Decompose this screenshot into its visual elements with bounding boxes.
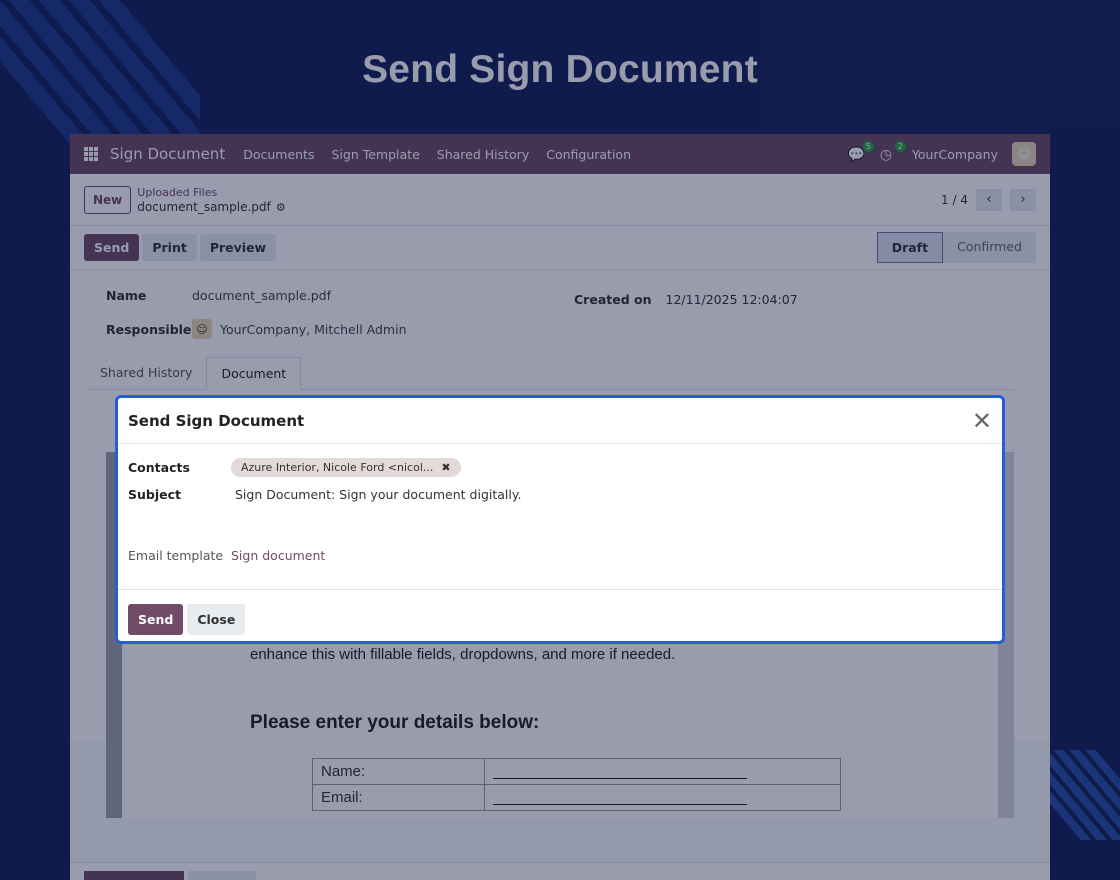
close-button[interactable]: Close: [187, 604, 246, 635]
dialog-header: Send Sign Document ✕: [118, 398, 1002, 444]
contact-tag[interactable]: Azure Interior, Nicole Ford <nicol... ✖: [231, 458, 461, 477]
close-icon[interactable]: ✕: [972, 409, 992, 433]
send-sign-dialog: Send Sign Document ✕ Contacts Azure Inte…: [115, 395, 1005, 644]
dialog-footer: Send Close: [118, 590, 1002, 641]
template-label: Email template: [128, 548, 224, 563]
contacts-label: Contacts: [128, 460, 190, 475]
subject-label: Subject: [128, 487, 181, 502]
send-button[interactable]: Send: [128, 604, 184, 635]
template-field[interactable]: Sign document: [231, 548, 325, 563]
dialog-body: Contacts Azure Interior, Nicole Ford <ni…: [118, 444, 1002, 590]
dialog-title: Send Sign Document: [128, 411, 305, 430]
remove-tag-icon[interactable]: ✖: [441, 461, 450, 474]
contact-tag-label: Azure Interior, Nicole Ford <nicol...: [241, 461, 434, 474]
subject-field[interactable]: Sign Document: Sign your document digita…: [231, 487, 521, 502]
